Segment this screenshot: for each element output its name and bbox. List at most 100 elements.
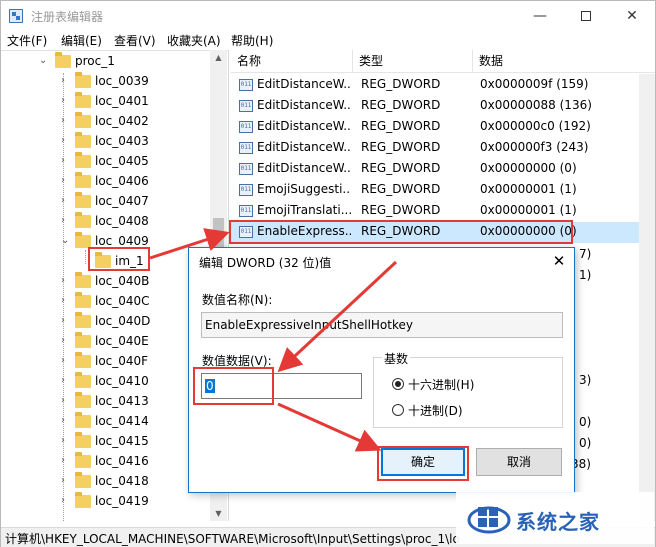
title-bar[interactable]: 注册表编辑器 — ✕ — [1, 1, 655, 31]
chevron-right-icon[interactable]: › — [61, 475, 71, 487]
table-row[interactable]: 011 EmojiTranslati... REG_DWORD 0x00000001 … — [231, 201, 639, 222]
folder-icon — [75, 392, 91, 408]
tree-item[interactable]: › loc_0418 — [1, 472, 211, 492]
folder-icon — [75, 272, 91, 288]
folder-icon — [75, 372, 91, 388]
menu-view[interactable]: 查看(V) — [114, 32, 156, 49]
tree-item[interactable]: › loc_0405 — [1, 152, 211, 172]
chevron-right-icon[interactable]: › — [61, 155, 71, 167]
chevron-down-icon[interactable]: ⌄ — [61, 235, 71, 247]
folder-icon — [75, 312, 91, 328]
menu-favorites[interactable]: 收藏夹(A) — [167, 32, 221, 49]
tree-item-proc-1[interactable]: ⌄ proc_1 — [1, 52, 211, 72]
table-row[interactable]: 011 EmojiSuggesti... REG_DWORD 0x00000001 (… — [231, 180, 639, 201]
tree-item-label: loc_0418 — [95, 474, 149, 488]
chevron-right-icon[interactable]: › — [61, 355, 71, 367]
scroll-up-arrow-icon[interactable]: ▲ — [210, 50, 227, 65]
tree-item[interactable]: › loc_0410 — [1, 372, 211, 392]
reg-dword-icon: 011 — [239, 121, 253, 133]
tree-item[interactable]: › loc_0406 — [1, 172, 211, 192]
radio-hexadecimal-label[interactable]: 十六进制(H) — [408, 376, 474, 393]
tree-item[interactable]: › loc_0419 — [1, 492, 211, 512]
cancel-button[interactable]: 取消 — [476, 448, 562, 476]
watermark-logo-icon — [467, 506, 511, 534]
chevron-right-icon[interactable]: › — [61, 315, 71, 327]
tree-item-label: loc_0403 — [95, 134, 149, 148]
close-button[interactable]: ✕ — [609, 1, 655, 31]
chevron-right-icon[interactable]: › — [61, 115, 71, 127]
chevron-down-icon[interactable]: ⌄ — [39, 55, 49, 67]
folder-icon — [75, 212, 91, 228]
column-header-data[interactable]: 数据 — [473, 50, 639, 73]
maximize-button[interactable] — [563, 1, 609, 31]
list-scrollbar[interactable] — [639, 74, 655, 521]
chevron-right-icon[interactable]: › — [61, 335, 71, 347]
dialog-close-icon[interactable]: ✕ — [549, 252, 569, 270]
tree-item[interactable]: › loc_040D — [1, 312, 211, 332]
chevron-right-icon[interactable]: › — [61, 195, 71, 207]
reg-dword-icon: 011 — [239, 184, 253, 196]
list-header: 名称 类型 数据 — [231, 50, 655, 73]
tree-item[interactable]: › loc_0401 — [1, 92, 211, 112]
chevron-right-icon[interactable]: › — [61, 375, 71, 387]
status-path: 计算机\HKEY_LOCAL_MACHINE\SOFTWARE\Microsof… — [5, 532, 460, 546]
tree-item-label: loc_0402 — [95, 114, 149, 128]
tree-item[interactable]: › loc_0413 — [1, 392, 211, 412]
table-row[interactable]: 011 EditDistanceW... REG_DWORD 0x000000f3 (… — [231, 138, 639, 159]
row-type: REG_DWORD — [361, 77, 441, 91]
chevron-right-icon[interactable]: › — [61, 215, 71, 227]
chevron-right-icon[interactable]: › — [61, 295, 71, 307]
chevron-right-icon[interactable]: › — [61, 95, 71, 107]
folder-icon — [75, 412, 91, 428]
menu-edit[interactable]: 编辑(E) — [61, 32, 102, 49]
chevron-right-icon[interactable]: › — [61, 275, 71, 287]
scroll-down-arrow-icon[interactable]: ▼ — [210, 506, 227, 521]
tree-item[interactable]: › loc_0403 — [1, 132, 211, 152]
chevron-right-icon[interactable]: › — [61, 495, 71, 507]
folder-icon — [75, 492, 91, 508]
column-header-type[interactable]: 类型 — [353, 50, 473, 73]
column-header-name[interactable]: 名称 — [231, 50, 353, 73]
tree-item[interactable]: › loc_0039 — [1, 72, 211, 92]
chevron-right-icon[interactable]: › — [61, 175, 71, 187]
radio-decimal[interactable] — [392, 404, 404, 416]
annotation-box-enable-row — [229, 220, 573, 244]
tree-item[interactable]: › loc_0407 — [1, 192, 211, 212]
tree-item[interactable]: › loc_040E — [1, 332, 211, 352]
tree-item-label: loc_0401 — [95, 94, 149, 108]
tree-item[interactable]: › loc_0414 — [1, 412, 211, 432]
radio-hexadecimal[interactable] — [392, 378, 404, 390]
tree-item-label: loc_0419 — [95, 494, 149, 508]
row-data-partial: 0) — [579, 415, 592, 429]
chevron-right-icon[interactable]: › — [61, 415, 71, 427]
tree-item[interactable]: › loc_0408 — [1, 212, 211, 232]
folder-icon — [75, 92, 91, 108]
tree-item[interactable]: › loc_0415 — [1, 432, 211, 452]
chevron-right-icon[interactable]: › — [61, 455, 71, 467]
table-row[interactable]: 011 EditDistanceW... REG_DWORD 0x00000088 (… — [231, 96, 639, 117]
tree-item-label: loc_040B — [95, 274, 150, 288]
radio-decimal-label[interactable]: 十进制(D) — [408, 402, 463, 419]
table-row[interactable]: 011 EditDistanceW... REG_DWORD 0x000000c0 (… — [231, 117, 639, 138]
chevron-right-icon[interactable]: › — [61, 395, 71, 407]
tree-item[interactable]: › loc_0402 — [1, 112, 211, 132]
row-data-partial: 1) — [579, 268, 592, 282]
menu-file[interactable]: 文件(F) — [7, 32, 47, 49]
tree-item[interactable]: › loc_040B — [1, 272, 211, 292]
tree-item[interactable]: › loc_040C — [1, 292, 211, 312]
minimize-button[interactable]: — — [517, 1, 563, 31]
tree-item[interactable]: › loc_0416 — [1, 452, 211, 472]
menu-help[interactable]: 帮助(H) — [231, 32, 273, 49]
chevron-right-icon[interactable]: › — [61, 435, 71, 447]
folder-icon — [75, 332, 91, 348]
tree-item-label: loc_0416 — [95, 454, 149, 468]
reg-dword-icon: 011 — [239, 163, 253, 175]
tree-item-label: loc_0409 — [95, 234, 149, 248]
chevron-right-icon[interactable]: › — [61, 75, 71, 87]
chevron-right-icon[interactable]: › — [61, 135, 71, 147]
tree-item-label: loc_0407 — [95, 194, 149, 208]
table-row[interactable]: 011 EditDistanceW... REG_DWORD 0x00000000 (… — [231, 159, 639, 180]
table-row[interactable]: 011 EditDistanceW... REG_DWORD 0x0000009f (… — [231, 75, 639, 96]
tree-item[interactable]: › loc_040F — [1, 352, 211, 372]
row-name: EditDistanceW... — [257, 119, 351, 133]
